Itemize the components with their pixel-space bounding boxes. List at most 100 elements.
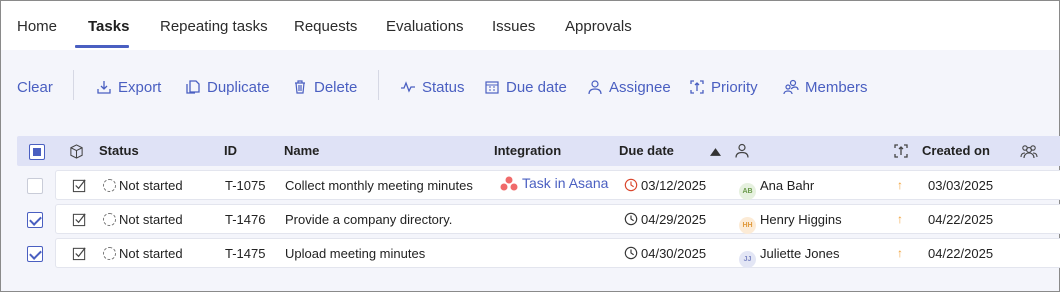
status-text: Not started: [119, 178, 183, 193]
due-clock-icon: [624, 212, 638, 226]
assignee-name: Ana Bahr: [760, 178, 815, 193]
due-date-text: 03/12/2025: [641, 178, 707, 193]
task-name[interactable]: Upload meeting minutes: [285, 246, 425, 261]
tab-home[interactable]: Home: [17, 18, 57, 35]
column-status[interactable]: Status: [99, 143, 139, 158]
due-date-text: 04/30/2025: [641, 246, 707, 261]
integration-link[interactable]: Task in Asana: [500, 175, 608, 191]
sort-ascending-icon[interactable]: [710, 148, 721, 156]
assignee-button[interactable]: Assignee: [587, 77, 671, 97]
priority-label: Priority: [711, 78, 758, 96]
toolbar-divider: [73, 70, 74, 100]
table-row[interactable]: Not started T-1075 Collect monthly meeti…: [55, 170, 1060, 200]
due-date-button[interactable]: Due date: [484, 77, 567, 97]
members-label: Members: [805, 78, 868, 96]
task-check-icon: [72, 247, 86, 261]
column-integration[interactable]: Integration: [494, 143, 561, 158]
duplicate-label: Duplicate: [207, 78, 270, 96]
export-label: Export: [118, 78, 162, 96]
select-all-checkbox[interactable]: [29, 144, 45, 160]
status-text: Not started: [119, 246, 183, 261]
status-text: Not started: [119, 212, 183, 227]
created-on: 04/22/2025: [928, 246, 994, 261]
task-id: T-1476: [225, 212, 266, 227]
tab-repeating-tasks[interactable]: Repeating tasks: [160, 18, 268, 35]
column-created-on[interactable]: Created on: [922, 143, 990, 158]
members-column-icon[interactable]: [1020, 143, 1038, 159]
person-icon: [588, 80, 602, 95]
task-id: T-1475: [225, 246, 266, 261]
table-header: Status ID Name Integration Due date Crea…: [17, 136, 1060, 166]
status-button[interactable]: Status: [400, 77, 465, 97]
row-checkbox[interactable]: [27, 178, 43, 194]
tab-bar: Home Tasks Repeating tasks Requests Eval…: [1, 1, 1059, 50]
task-name[interactable]: Collect monthly meeting minutes: [285, 178, 473, 193]
tab-tasks[interactable]: Tasks: [88, 18, 129, 35]
not-started-icon: [103, 247, 116, 260]
assignee-column-icon[interactable]: [734, 142, 750, 159]
active-tab-indicator: [75, 45, 129, 48]
priority-column-icon[interactable]: [893, 143, 909, 159]
assignee-name: Juliette Jones: [760, 246, 840, 261]
tab-evaluations[interactable]: Evaluations: [386, 18, 464, 35]
assignee-cell[interactable]: JJ Juliette Jones: [739, 246, 840, 268]
tab-issues[interactable]: Issues: [492, 18, 535, 35]
created-on: 03/03/2025: [928, 178, 994, 193]
status-cell[interactable]: Not started: [103, 178, 183, 193]
task-name[interactable]: Provide a company directory.: [285, 212, 452, 227]
cube-icon: [70, 144, 83, 159]
due-date-cell[interactable]: 04/30/2025: [624, 246, 706, 261]
clear-label: Clear: [17, 78, 53, 96]
table-row[interactable]: Not started T-1476 Provide a company dir…: [55, 204, 1060, 234]
priority-low-icon: ↑: [897, 212, 903, 226]
avatar: HH: [739, 217, 756, 234]
table-row[interactable]: Not started T-1475 Upload meeting minute…: [55, 238, 1060, 268]
priority-low-icon: ↑: [897, 246, 903, 260]
priority-icon: [690, 80, 704, 94]
duplicate-icon: [186, 80, 200, 94]
due-date-cell[interactable]: 03/12/2025: [624, 178, 706, 193]
tab-approvals[interactable]: Approvals: [565, 18, 632, 35]
delete-button[interactable]: Delete: [292, 77, 357, 97]
due-clock-icon: [624, 178, 638, 192]
not-started-icon: [103, 213, 116, 226]
task-id: T-1075: [225, 178, 266, 193]
members-button[interactable]: Members: [783, 77, 868, 97]
not-started-icon: [103, 179, 116, 192]
export-icon: [97, 81, 111, 94]
duplicate-button[interactable]: Duplicate: [185, 77, 270, 97]
task-check-icon: [72, 213, 86, 227]
assignee-cell[interactable]: AB Ana Bahr: [739, 178, 814, 200]
row-checkbox[interactable]: [27, 212, 43, 228]
status-cell[interactable]: Not started: [103, 246, 183, 261]
activity-icon: [401, 81, 415, 93]
clear-button[interactable]: Clear: [17, 77, 53, 97]
column-id[interactable]: ID: [224, 143, 237, 158]
created-on: 04/22/2025: [928, 212, 994, 227]
tasks-panel: Clear Export Duplicate Delete Status Due…: [1, 50, 1060, 291]
task-check-icon: [72, 179, 86, 193]
column-name[interactable]: Name: [284, 143, 319, 158]
status-label: Status: [422, 78, 465, 96]
row-checkbox[interactable]: [27, 246, 43, 262]
assignee-label: Assignee: [609, 78, 671, 96]
tab-requests[interactable]: Requests: [294, 18, 357, 35]
integration-text: Task in Asana: [522, 175, 609, 191]
delete-label: Delete: [314, 78, 358, 96]
due-date-text: 04/29/2025: [641, 212, 707, 227]
priority-button[interactable]: Priority: [689, 77, 758, 97]
column-due-date[interactable]: Due date: [619, 143, 674, 158]
toolbar-divider: [378, 70, 379, 100]
trash-icon: [295, 80, 305, 94]
assignee-cell[interactable]: HH Henry Higgins: [739, 212, 842, 234]
avatar: AB: [739, 183, 756, 200]
status-cell[interactable]: Not started: [103, 212, 183, 227]
export-button[interactable]: Export: [96, 77, 161, 97]
assignee-name: Henry Higgins: [760, 212, 842, 227]
avatar: JJ: [739, 251, 756, 268]
asana-logo-icon: [500, 176, 518, 190]
due-date-cell[interactable]: 04/29/2025: [624, 212, 706, 227]
members-icon: [783, 79, 799, 95]
priority-low-icon: ↑: [897, 178, 903, 192]
due-date-label: Due date: [506, 78, 567, 96]
